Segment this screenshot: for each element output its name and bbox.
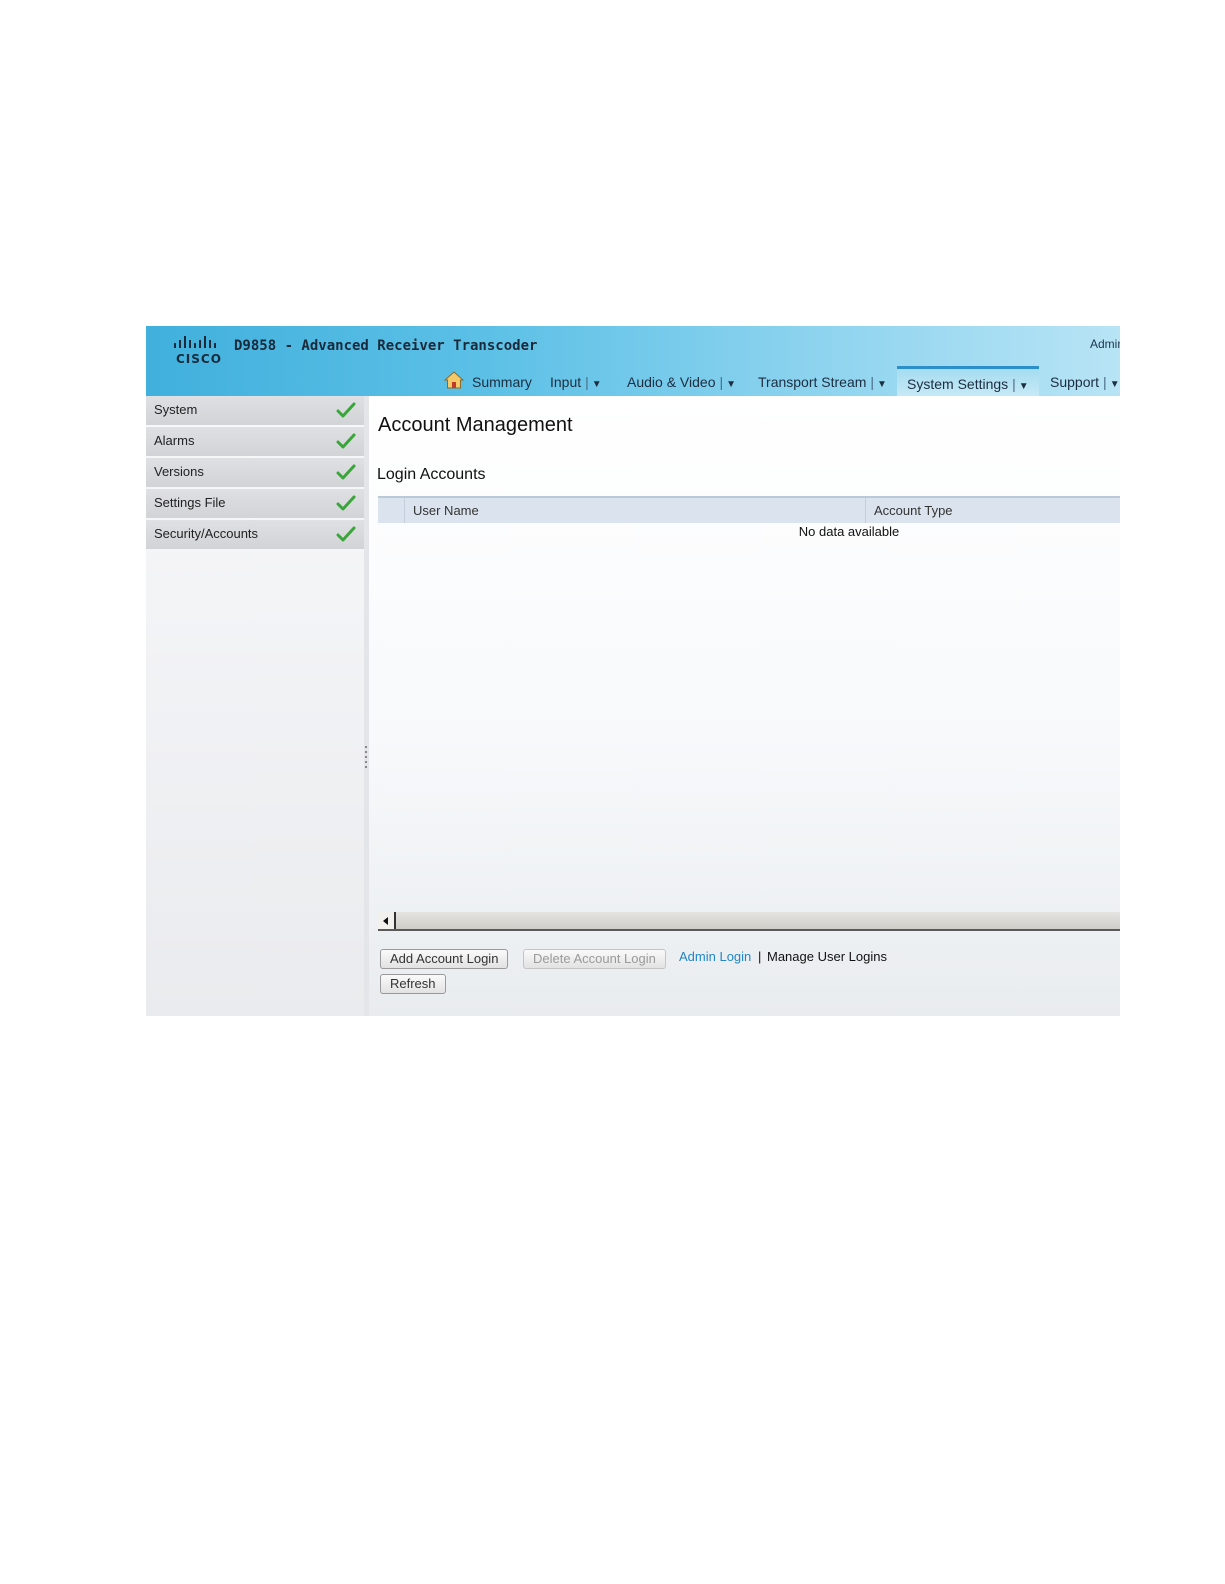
- green-check-icon: [336, 433, 356, 449]
- manage-user-logins-link[interactable]: Manage User Logins: [767, 949, 887, 964]
- chevron-down-icon[interactable]: ▼: [1019, 381, 1029, 392]
- nav-separator: |: [1103, 374, 1107, 390]
- sidebar-item-label: System: [154, 402, 198, 417]
- sidebar-item-label: Settings File: [154, 495, 226, 510]
- horizontal-scrollbar[interactable]: [378, 912, 1120, 931]
- sidebar-item-label: Alarms: [154, 433, 195, 448]
- user-label[interactable]: Admin: [1090, 337, 1120, 351]
- admin-login-link[interactable]: Admin Login: [679, 949, 751, 964]
- sidebar: System Alarms Versions Settings File Sec…: [146, 396, 365, 1016]
- select-column-header[interactable]: [378, 498, 404, 523]
- nav-separator: |: [1012, 376, 1016, 392]
- nav-support[interactable]: Support | ▼: [1050, 366, 1120, 396]
- nav-summary-label: Summary: [472, 374, 532, 390]
- add-account-login-button[interactable]: Add Account Login: [380, 949, 509, 969]
- link-separator: |: [758, 949, 762, 964]
- column-header-user-name[interactable]: User Name: [404, 498, 865, 523]
- login-accounts-table: User Name Account Type No data available: [378, 496, 1120, 539]
- sidebar-item-security-accounts[interactable]: Security/Accounts: [146, 520, 364, 549]
- green-check-icon: [336, 526, 356, 542]
- sidebar-item-alarms[interactable]: Alarms: [146, 427, 364, 456]
- header-bar: CISCO D9858 - Advanced Receiver Transcod…: [146, 326, 1120, 396]
- sidebar-item-label: Security/Accounts: [154, 526, 259, 541]
- delete-account-login-button[interactable]: Delete Account Login: [523, 949, 666, 969]
- green-check-icon: [336, 402, 356, 418]
- scroll-left-icon[interactable]: [378, 912, 396, 929]
- chevron-down-icon[interactable]: ▼: [592, 379, 602, 390]
- chevron-down-icon[interactable]: ▼: [1110, 379, 1120, 390]
- splitter-grip-icon[interactable]: [365, 746, 367, 770]
- green-check-icon: [336, 464, 356, 480]
- chevron-down-icon[interactable]: ▼: [877, 379, 887, 390]
- sidebar-item-system[interactable]: System: [146, 396, 364, 425]
- nav-system-settings[interactable]: System Settings | ▼: [897, 366, 1039, 396]
- column-header-account-type[interactable]: Account Type: [865, 498, 1120, 523]
- cisco-logo: CISCO: [172, 336, 226, 366]
- nav-separator: |: [719, 374, 724, 390]
- nav-audio-video[interactable]: Audio & Video | ▼: [627, 366, 736, 396]
- app-title: D9858 - Advanced Receiver Transcoder: [234, 338, 538, 354]
- empty-table-message: No data available: [798, 524, 900, 539]
- nav-transport-stream[interactable]: Transport Stream | ▼: [758, 366, 887, 396]
- sidebar-item-settings-file[interactable]: Settings File: [146, 489, 364, 518]
- chevron-down-icon[interactable]: ▼: [726, 379, 736, 390]
- sidebar-item-label: Versions: [154, 464, 204, 479]
- page-title: Account Management: [378, 414, 573, 436]
- nav-support-label: Support: [1050, 374, 1100, 390]
- sidebar-item-versions[interactable]: Versions: [146, 458, 364, 487]
- nav-input[interactable]: Input | ▼: [550, 366, 602, 396]
- nav-system-settings-label: System Settings: [907, 376, 1009, 392]
- nav-separator: |: [870, 374, 875, 390]
- green-check-icon: [336, 495, 356, 511]
- nav-input-label: Input: [550, 374, 582, 390]
- table-header: User Name Account Type: [378, 496, 1120, 523]
- main-panel: Account Management Login Accounts User N…: [369, 396, 1120, 1016]
- nav-transport-stream-label: Transport Stream: [758, 374, 867, 390]
- nav-summary[interactable]: Summary: [472, 366, 532, 396]
- app-window: CISCO D9858 - Advanced Receiver Transcod…: [146, 326, 1120, 1016]
- section-title: Login Accounts: [377, 466, 486, 483]
- refresh-button[interactable]: Refresh: [380, 974, 446, 994]
- logo-wordmark: CISCO: [176, 352, 222, 366]
- main-nav: Summary Input | ▼ Audio & Video | ▼ Transpor…: [146, 366, 1120, 396]
- nav-audio-video-label: Audio & Video: [627, 374, 716, 390]
- nav-separator: |: [585, 374, 589, 390]
